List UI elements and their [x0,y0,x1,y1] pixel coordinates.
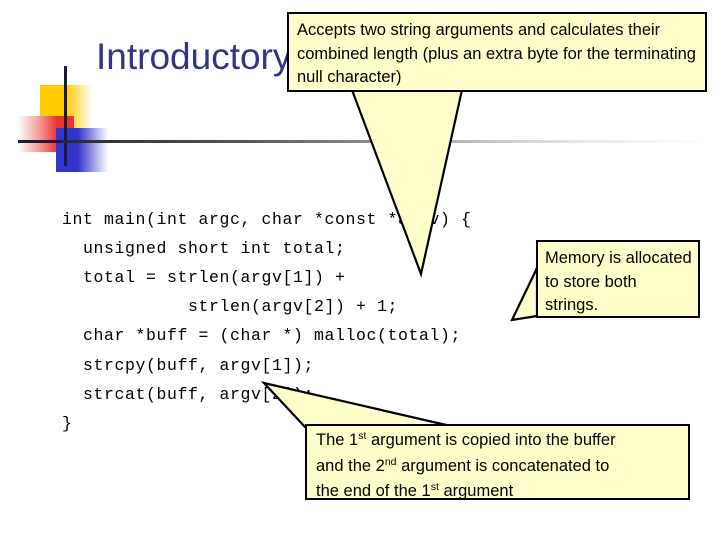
callout-top-text: Accepts two string arguments and calcula… [297,21,696,86]
callout-bottom-line-3: the end of the 1st argument [316,480,682,506]
code-block: int main(int argc, char *const *argv) { … [62,209,472,433]
callout-memory-text: Memory is allocated to store both string… [545,249,692,314]
callout-bottom-line-1-sup: st [358,430,367,442]
callout-memory-allocation: Memory is allocated to store both string… [536,240,700,318]
callout-bottom-line-3-sup: st [430,481,439,493]
title-divider [62,140,710,143]
callout-bottom-line-1-b: argument is copied into the buffer [366,431,616,449]
callout-bottom-line-1-a: The 1 [316,431,359,449]
decorative-logo [18,66,114,172]
logo-vertical-bar [64,66,67,166]
callout-bottom-line-2-a: and the 2 [316,456,385,475]
callout-bottom-line-2: and the 2nd argument is concatenated to [316,455,682,481]
callout-memory-tail [510,267,539,322]
callout-bottom-line-3-a: the end of the 1 [316,482,431,500]
callout-copy-concat: The 1st argument is copied into the buff… [305,424,690,500]
callout-bottom-line-2-b: argument is concatenated to [396,456,610,475]
callout-bottom-line-1: The 1st argument is copied into the buff… [316,429,682,455]
callout-function-signature: Accepts two string arguments and calcula… [287,12,707,92]
callout-bottom-line-3-b: argument [438,482,514,500]
callout-bottom-line-2-sup: nd [384,455,397,468]
slide-canvas: Introductory Example int main(int argc, … [0,0,720,540]
